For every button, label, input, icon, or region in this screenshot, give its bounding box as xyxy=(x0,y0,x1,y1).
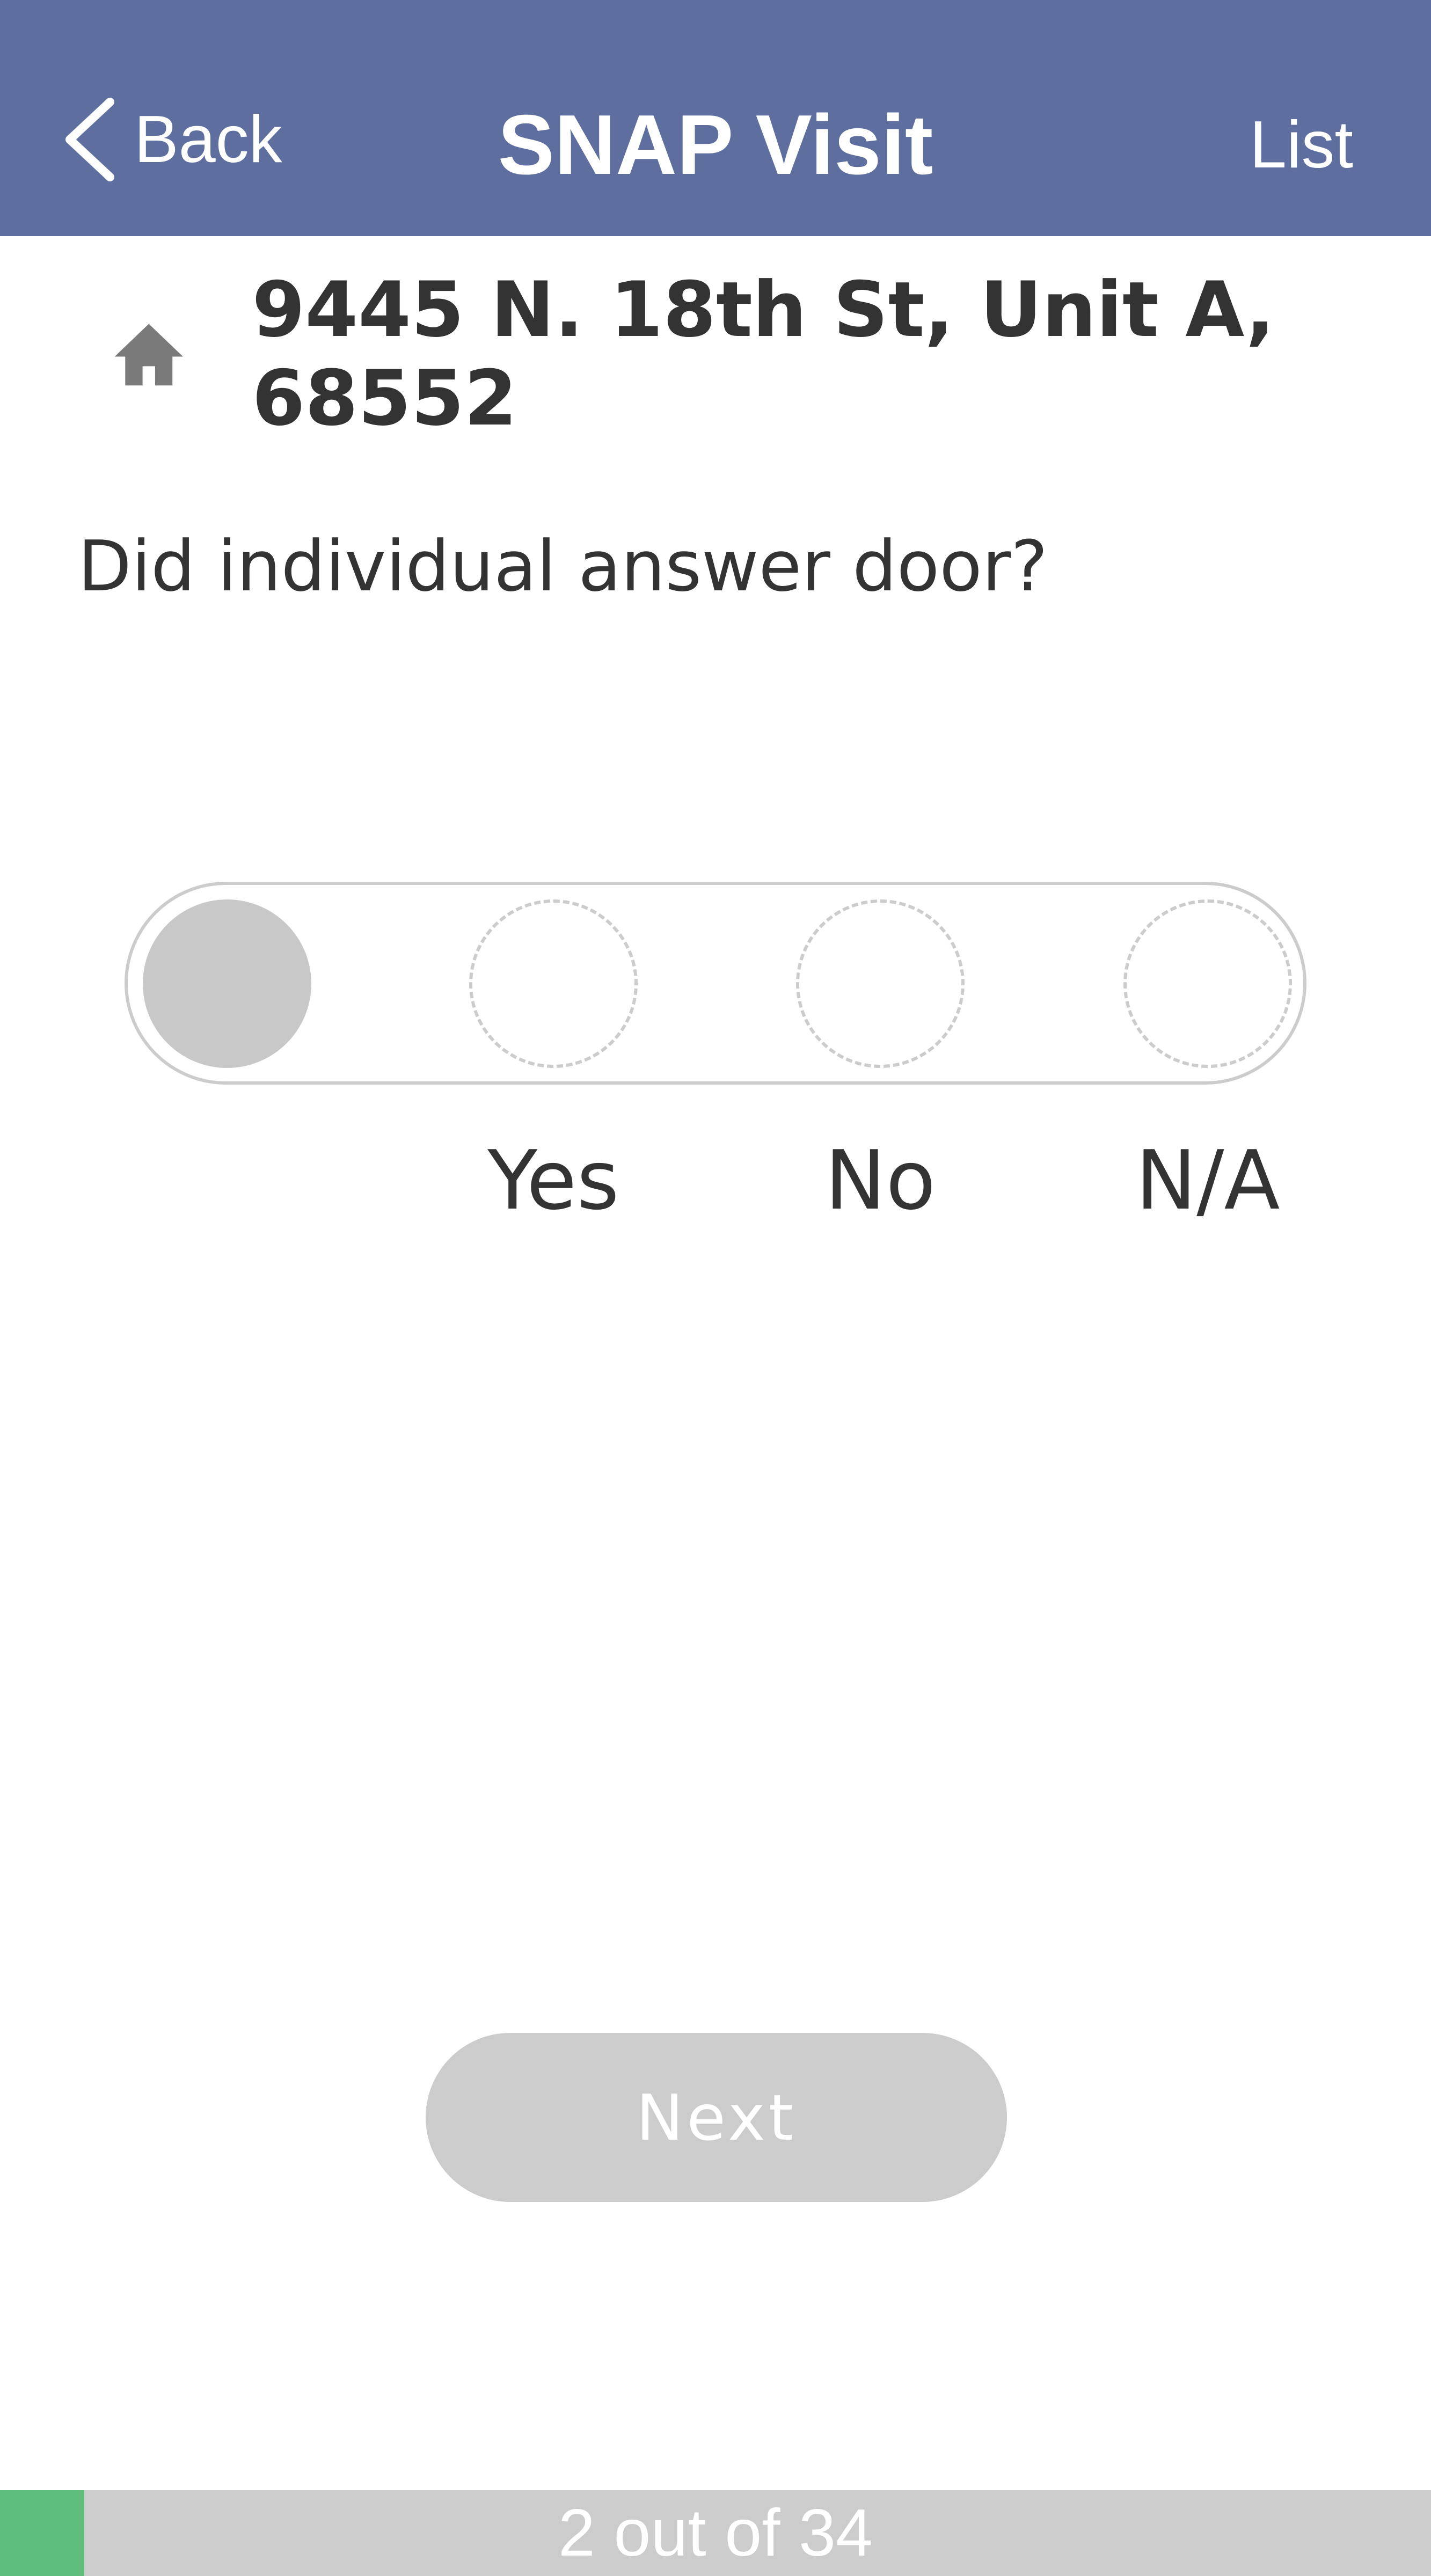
answer-slider-handle[interactable] xyxy=(143,899,311,1068)
option-label-yes[interactable]: Yes xyxy=(441,1127,666,1234)
list-button[interactable]: List xyxy=(1250,102,1353,188)
back-button[interactable]: Back xyxy=(54,91,282,188)
address-text: 9445 N. 18th St, Unit A, 68552 xyxy=(252,266,1275,443)
question-text: Did individual answer door? xyxy=(78,525,1048,607)
next-button[interactable]: Next xyxy=(426,2033,1007,2202)
option-label-no[interactable]: No xyxy=(768,1127,993,1234)
home-icon xyxy=(114,324,183,386)
answer-slot-yes[interactable] xyxy=(469,899,638,1068)
chevron-left-icon xyxy=(65,98,114,181)
answer-slot-no[interactable] xyxy=(796,899,965,1068)
progress-bar: 2 out of 34 xyxy=(0,2490,1431,2576)
answer-slot-na[interactable] xyxy=(1123,899,1292,1068)
address-row: 9445 N. 18th St, Unit A, 68552 xyxy=(113,266,1431,443)
back-button-label: Back xyxy=(134,103,282,177)
option-label-na[interactable]: N/A xyxy=(1095,1127,1320,1234)
progress-text: 2 out of 34 xyxy=(558,2496,873,2570)
app-header: Back SNAP Visit List xyxy=(0,0,1431,236)
